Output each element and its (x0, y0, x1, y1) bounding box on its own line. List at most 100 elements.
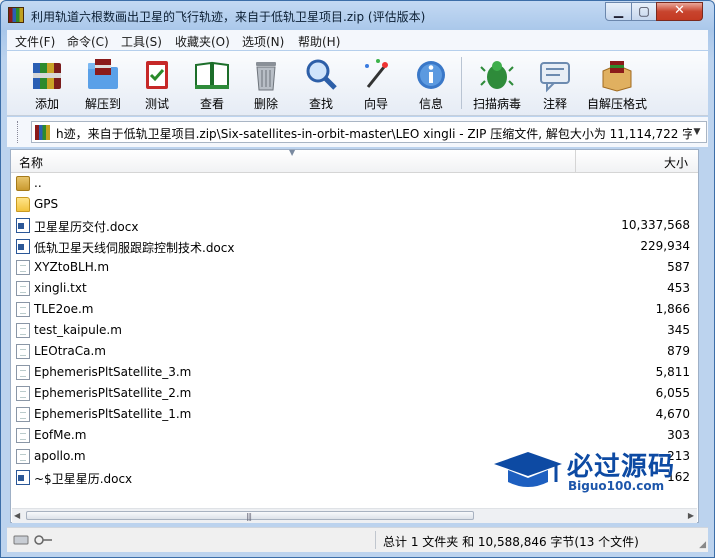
comment-button[interactable]: 注释 (529, 53, 581, 113)
column-name-header[interactable]: 名称 (19, 154, 43, 171)
scroll-left-icon[interactable]: ◀ (14, 511, 20, 520)
delete-button[interactable]: 删除 (240, 53, 292, 113)
file-icon (16, 323, 30, 338)
scroll-thumb[interactable]: ||| (26, 511, 474, 521)
word-document-icon (16, 218, 30, 233)
file-size: 4,670 (655, 407, 690, 421)
scan-virus-button[interactable]: 扫描病毒 (471, 53, 523, 113)
file-list[interactable]: ▼ 名称 大小 .. GPS 卫星星历交付.docx 10,337,568 低轨卫星天线… (10, 148, 699, 523)
address-field[interactable]: h迹，来自于低轨卫星项目.zip\Six-satellites-in-orbit… (31, 121, 707, 143)
resize-grip-icon[interactable]: ◢ (699, 540, 706, 550)
sfx-label: 自解压格式 (586, 97, 647, 111)
file-name: 卫星星历交付.docx (34, 220, 139, 234)
winrar-app-icon (8, 7, 24, 23)
table-row[interactable]: 卫星星历交付.docx 10,337,568 (13, 215, 696, 236)
parent-folder-icon (16, 176, 30, 191)
file-name: TLE2oe.m (34, 302, 94, 316)
file-icon (16, 302, 30, 317)
info-icon (417, 61, 445, 89)
table-row[interactable]: LEOtraCa.m 879 (13, 341, 696, 362)
column-size-header[interactable]: 大小 (664, 154, 688, 171)
maximize-button[interactable]: ▢ (631, 2, 657, 21)
chevron-down-icon[interactable]: ▼ (690, 124, 704, 140)
watermark: 必过源码 Biguo100.com (490, 446, 695, 498)
menu-file[interactable]: 文件(F) (15, 33, 55, 50)
file-name: EphemerisPltSatellite_2.m (34, 386, 192, 400)
title-bar[interactable]: 利用轨道六根数画出卫星的飞行轨迹，来自于低轨卫星项目.zip (评估版本) ▁ … (1, 1, 714, 29)
find-button[interactable]: 查找 (295, 53, 347, 113)
toolbar: 添加 解压到 测试 查看 删除 查找 向导 信息 扫描病毒 注释 自解压格式 (7, 51, 708, 116)
column-divider[interactable] (575, 150, 576, 172)
test-button[interactable]: 测试 (131, 53, 183, 113)
trash-icon (256, 62, 276, 91)
file-size: 303 (667, 428, 690, 442)
close-button[interactable]: ✕ (656, 2, 703, 21)
table-row[interactable]: EphemerisPltSatellite_1.m 4,670 (13, 404, 696, 425)
address-grip (17, 121, 21, 143)
status-text: 总计 1 文件夹 和 10,588,846 字节(13 个文件) (383, 535, 639, 549)
table-row[interactable]: 低轨卫星天线伺服跟踪控制技术.docx 229,934 (13, 236, 696, 257)
table-row[interactable]: TLE2oe.m 1,866 (13, 299, 696, 320)
add-archive-icon (33, 63, 61, 89)
sfx-button[interactable]: 自解压格式 (587, 53, 647, 113)
wizard-wand-icon (365, 59, 388, 88)
file-size: 5,811 (655, 365, 690, 379)
horizontal-scrollbar[interactable]: ◀ ||| ▶ (12, 508, 697, 523)
extract-folder-icon (88, 59, 118, 89)
file-name: 低轨卫星天线伺服跟踪控制技术.docx (34, 241, 235, 255)
file-icon (16, 407, 30, 422)
add-button[interactable]: 添加 (21, 53, 73, 113)
scroll-right-icon[interactable]: ▶ (688, 511, 694, 520)
sort-arrow-icon: ▼ (289, 148, 296, 157)
table-row[interactable]: GPS (13, 194, 696, 215)
table-row[interactable]: EphemerisPltSatellite_3.m 5,811 (13, 362, 696, 383)
table-row[interactable]: test_kaipule.m 345 (13, 320, 696, 341)
table-row[interactable]: xingli.txt 453 (13, 278, 696, 299)
address-bar: h迹，来自于低轨卫星项目.zip\Six-satellites-in-orbit… (7, 117, 708, 147)
file-name: apollo.m (34, 449, 86, 463)
virus-bug-icon (480, 61, 514, 89)
word-document-icon (16, 239, 30, 254)
word-document-icon (16, 470, 30, 485)
file-icon (16, 449, 30, 464)
wizard-button[interactable]: 向导 (350, 53, 402, 113)
file-name: LEOtraCa.m (34, 344, 106, 358)
table-row[interactable]: XYZtoBLH.m 587 (13, 257, 696, 278)
file-name: EphemerisPltSatellite_1.m (34, 407, 192, 421)
file-icon (16, 365, 30, 380)
file-icon (16, 428, 30, 443)
watermark-site: Biguo100.com (568, 479, 665, 493)
file-name: XYZtoBLH.m (34, 260, 110, 274)
file-name: test_kaipule.m (34, 323, 122, 337)
table-row[interactable]: .. (13, 173, 696, 194)
file-name: ~$卫星星历.docx (34, 472, 133, 486)
menu-help[interactable]: 帮助(H) (298, 33, 340, 50)
file-size: 345 (667, 323, 690, 337)
file-size: 453 (667, 281, 690, 295)
add-label: 添加 (34, 97, 59, 111)
address-path: h迹，来自于低轨卫星项目.zip\Six-satellites-in-orbit… (56, 127, 692, 141)
menu-favorites[interactable]: 收藏夹(O) (175, 33, 230, 50)
file-name: GPS (34, 197, 59, 211)
extract-button[interactable]: 解压到 (77, 53, 129, 113)
archive-icon (35, 125, 50, 140)
graduation-cap-icon (494, 452, 562, 487)
minimize-button[interactable]: ▁ (605, 2, 632, 21)
menu-options[interactable]: 选项(N) (242, 33, 284, 50)
status-separator (375, 531, 376, 549)
view-button[interactable]: 查看 (186, 53, 238, 113)
list-header: ▼ 名称 大小 (11, 148, 698, 173)
comment-label: 注释 (542, 97, 567, 111)
file-icon (16, 281, 30, 296)
info-button[interactable]: 信息 (405, 53, 457, 113)
file-size: 1,866 (655, 302, 690, 316)
grip-icon: ||| (246, 512, 252, 521)
menu-command[interactable]: 命令(C) (67, 33, 109, 50)
table-row[interactable]: EphemerisPltSatellite_2.m 6,055 (13, 383, 696, 404)
table-row[interactable]: EofMe.m 303 (13, 425, 696, 446)
file-size: 229,934 (640, 239, 690, 253)
file-size: 587 (667, 260, 690, 274)
menu-bar: 文件(F) 命令(C) 工具(S) 收藏夹(O) 选项(N) 帮助(H) (7, 30, 708, 50)
menu-tools[interactable]: 工具(S) (121, 33, 162, 50)
file-icon (16, 386, 30, 401)
